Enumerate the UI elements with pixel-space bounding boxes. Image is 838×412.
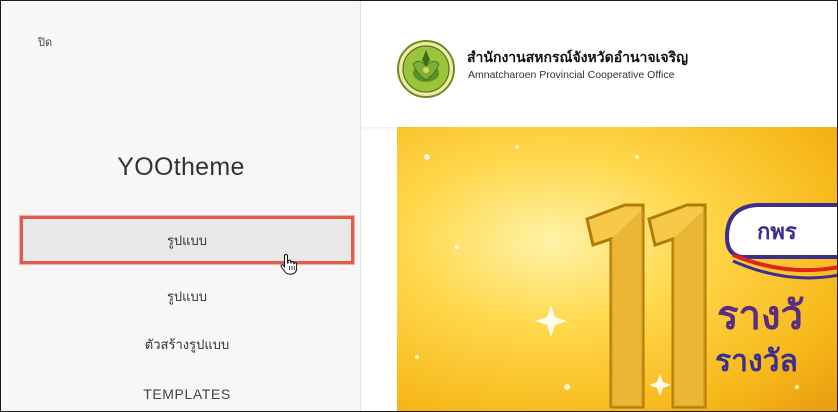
number-eleven-graphic	[585, 203, 707, 409]
menu-item-label: รูปแบบ	[166, 233, 208, 249]
banner-headline-2: รางวัล	[715, 344, 798, 379]
kpr-badge: กพร	[724, 203, 837, 280]
site-header: สำนักงานสหกรณ์จังหวัดอำนาจเจริญ Amnatcha…	[361, 1, 837, 127]
brand-title: YOOtheme	[117, 153, 245, 181]
hero-banner[interactable]: กพร รางวั รางวัล	[397, 127, 837, 411]
customizer-sidebar: ปิด YOOtheme รูปแบบ รูปแบบ ตัวสร้างรูปแบ…	[1, 1, 361, 411]
menu-item-layout[interactable]: รูปแบบ	[18, 275, 356, 317]
close-link[interactable]: ปิด	[38, 33, 52, 51]
organization-name-english: Amnatcharoen Provincial Cooperative Offi…	[468, 69, 675, 81]
organization-name-thai: สำนักงานสหกรณ์จังหวัดอำนาจเจริญ	[467, 50, 689, 66]
menu-item-layout-active[interactable]: รูปแบบ	[20, 216, 354, 264]
menu-item-templates[interactable]: TEMPLATES	[18, 373, 356, 411]
hand-pointer-cursor-icon	[280, 253, 298, 275]
site-preview: สำนักงานสหกรณ์จังหวัดอำนาจเจริญ Amnatcha…	[361, 1, 837, 411]
provincial-seal-logo-icon	[397, 40, 455, 98]
menu-item-label: รูปแบบ	[166, 289, 208, 305]
menu-item-layout-builder[interactable]: ตัวสร้างรูปแบบ	[18, 323, 356, 365]
screenshot-frame: ปิด YOOtheme รูปแบบ รูปแบบ ตัวสร้างรูปแบ…	[0, 0, 838, 412]
menu-item-label: TEMPLATES	[143, 386, 231, 402]
banner-headline-1: รางวั	[717, 293, 804, 339]
banner-graphic: กพร รางวั รางวัล	[415, 145, 837, 409]
badge-text: กพร	[757, 220, 797, 245]
menu-item-label: ตัวสร้างรูปแบบ	[144, 337, 230, 353]
